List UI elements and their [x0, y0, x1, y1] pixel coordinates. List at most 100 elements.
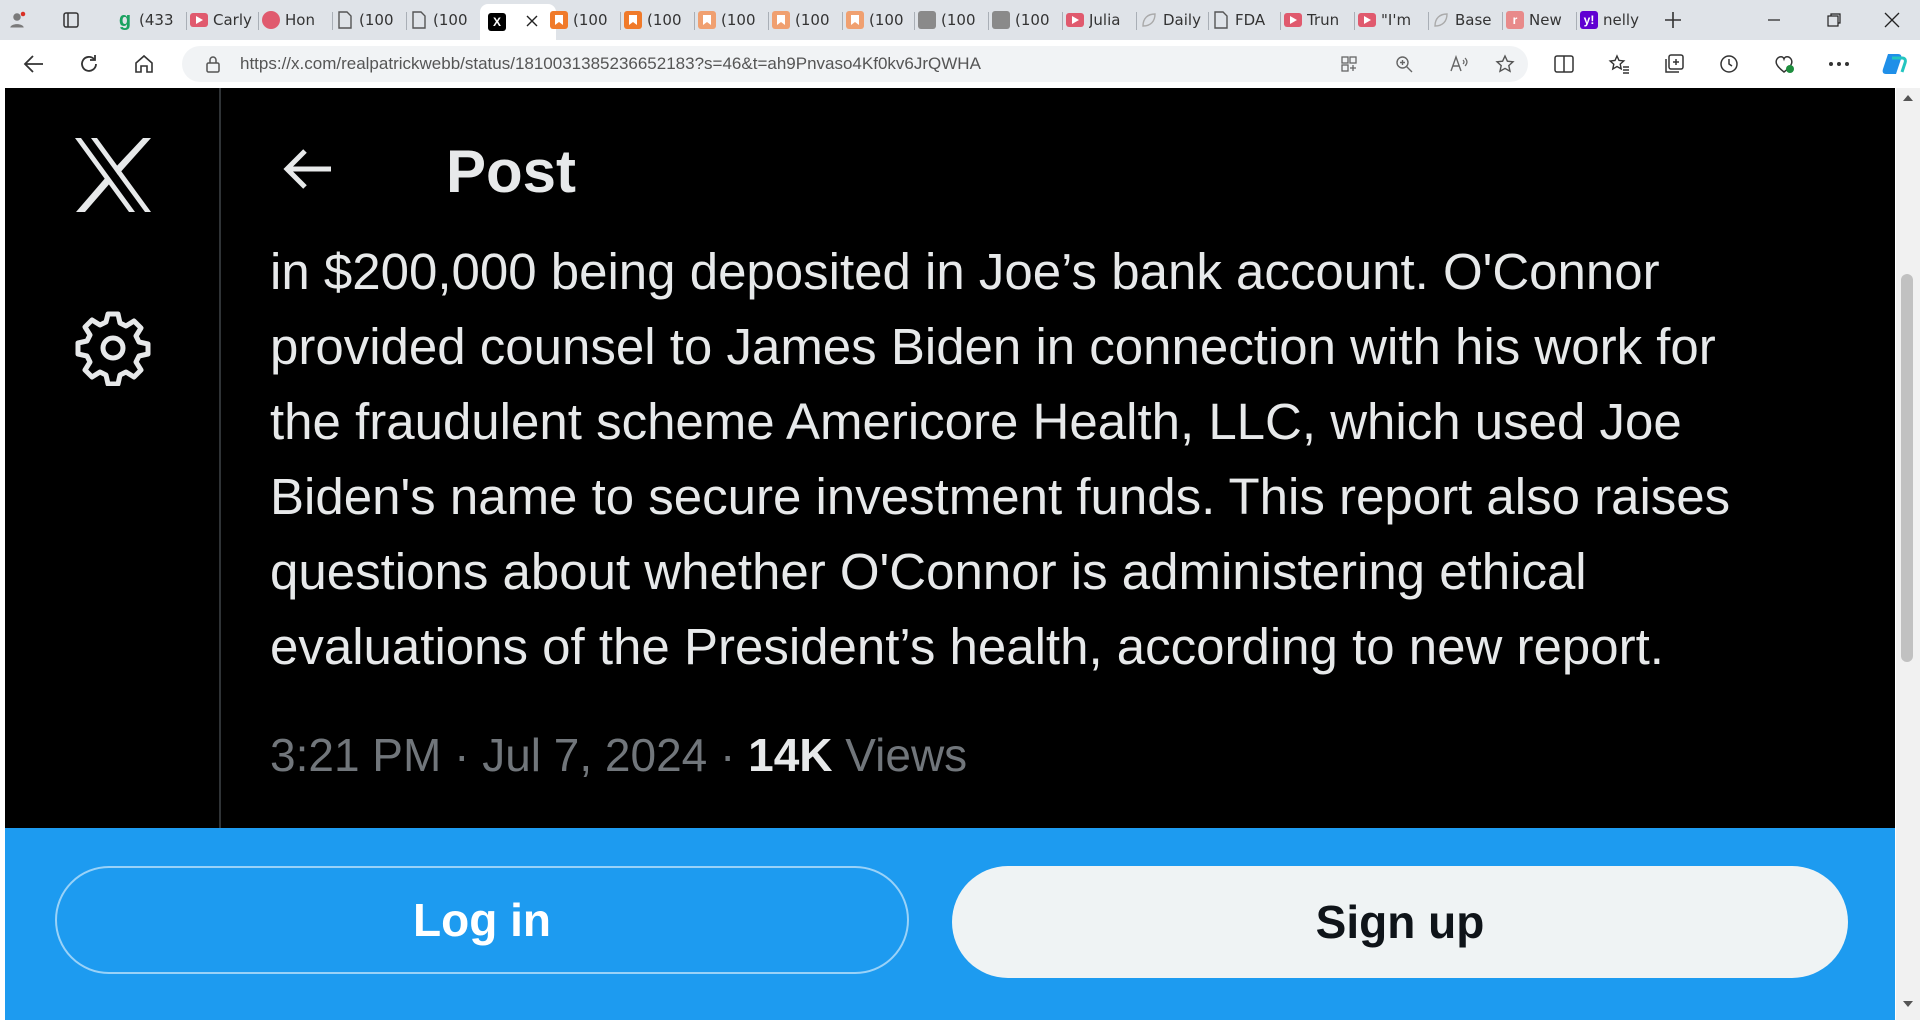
- browser-tab[interactable]: [62, 4, 102, 36]
- browser-tab[interactable]: (100: [698, 4, 762, 36]
- scroll-down-arrow-icon[interactable]: [1902, 1000, 1914, 1008]
- tweet-text: in $200,000 being deposited in Joe’s ban…: [270, 234, 1870, 684]
- browser-tab[interactable]: (100: [336, 4, 400, 36]
- tweet-text-line: Biden's name to secure investment funds.…: [270, 468, 1731, 525]
- youtube-icon: [1066, 13, 1084, 27]
- image-icon: [918, 11, 936, 29]
- back-arrow-icon[interactable]: [283, 148, 333, 190]
- heart-pulse-icon: [1775, 56, 1794, 73]
- browser-tab[interactable]: g (433: [116, 4, 180, 36]
- settings-gear-icon[interactable]: [75, 310, 151, 386]
- login-signup-banner: Log in Sign up: [5, 828, 1895, 1020]
- browser-tab-label: Hon: [285, 11, 315, 29]
- browser-tab[interactable]: Base: [1432, 4, 1496, 36]
- yahoo-icon: y!: [1580, 11, 1598, 29]
- browser-tab[interactable]: Hon: [262, 4, 326, 36]
- minimize-button[interactable]: [1746, 0, 1802, 40]
- tab-separator: [842, 12, 843, 30]
- browser-tab[interactable]: Daily: [1140, 4, 1204, 36]
- podcast-icon: [262, 11, 280, 29]
- refresh-button[interactable]: [71, 46, 107, 82]
- page-scrollbar[interactable]: [1896, 88, 1920, 1020]
- split-screen-button[interactable]: [1546, 46, 1582, 82]
- scroll-up-arrow-icon[interactable]: [1902, 94, 1914, 102]
- scrollbar-thumb[interactable]: [1901, 274, 1913, 662]
- views-label: Views: [832, 729, 968, 781]
- read-aloud-icon[interactable]: [1449, 55, 1469, 73]
- tweet-text-line: in $200,000 being deposited in Joe’s ban…: [270, 243, 1660, 300]
- home-icon: [135, 54, 153, 73]
- browser-tab-label: (100: [869, 11, 904, 29]
- browser-tab[interactable]: Julia: [1066, 4, 1130, 36]
- history-button[interactable]: [1711, 46, 1747, 82]
- app-available-icon[interactable]: [1340, 55, 1358, 73]
- browser-tab[interactable]: (100: [772, 4, 836, 36]
- browser-tab[interactable]: X: [480, 4, 556, 40]
- browser-tab[interactable]: y! nelly: [1580, 4, 1644, 36]
- tweet-text-line: provided counsel to James Biden in conne…: [270, 318, 1716, 375]
- page-title: Post: [446, 138, 577, 205]
- browser-tab-label: (100: [721, 11, 756, 29]
- collections-button[interactable]: [1656, 46, 1692, 82]
- tab-separator: [406, 12, 407, 30]
- views-count: 14K: [748, 729, 833, 781]
- bookmark-icon: [846, 11, 864, 29]
- browser-tab[interactable]: FDA: [1212, 4, 1276, 36]
- tab-separator: [1502, 12, 1503, 30]
- back-button[interactable]: [16, 46, 52, 82]
- restore-button[interactable]: [1806, 0, 1862, 40]
- settings-menu-button[interactable]: [1821, 46, 1857, 82]
- signup-button[interactable]: Sign up: [952, 866, 1848, 978]
- address-bar[interactable]: https://x.com/realpatrickwebb/status/181…: [182, 46, 1528, 82]
- browser-tab[interactable]: [8, 4, 48, 36]
- r-icon: r: [1506, 11, 1524, 29]
- new-tab-button[interactable]: [1645, 0, 1701, 40]
- browser-tab[interactable]: (100: [846, 4, 910, 36]
- browser-tab[interactable]: (100: [624, 4, 688, 36]
- tab-separator: [988, 12, 989, 30]
- zoom-icon[interactable]: [1395, 55, 1413, 73]
- tweet-text-line: the fraudulent scheme Americore Health, …: [270, 393, 1682, 450]
- restore-icon: [1827, 13, 1841, 27]
- browser-tab[interactable]: Trun: [1284, 4, 1348, 36]
- close-window-button[interactable]: [1864, 0, 1920, 40]
- youtube-icon: [190, 13, 208, 27]
- x-logo-icon[interactable]: [71, 136, 155, 214]
- tab-separator: [1208, 12, 1209, 30]
- browser-tab-label: (433: [139, 11, 174, 29]
- tab-separator: [1136, 12, 1137, 30]
- tab-actions-icon: [62, 11, 80, 29]
- browser-tab[interactable]: (100: [918, 4, 982, 36]
- close-tab-icon[interactable]: [526, 13, 538, 31]
- browser-essentials-button[interactable]: [1766, 46, 1802, 82]
- copilot-icon: [1882, 54, 1907, 74]
- browser-tab-label: (100: [573, 11, 608, 29]
- copilot-button[interactable]: [1876, 46, 1912, 82]
- x-icon: X: [488, 13, 506, 31]
- browser-tab[interactable]: (100: [992, 4, 1056, 36]
- more-dots-icon: [1829, 62, 1849, 66]
- browser-tab-label: (100: [1015, 11, 1050, 29]
- page-icon: [1212, 11, 1230, 29]
- browser-tab-label: Carly: [213, 11, 252, 29]
- tab-separator: [258, 12, 259, 30]
- tweet-timestamp[interactable]: 3:21 PM · Jul 7, 2024 ·: [270, 729, 748, 781]
- browser-tab[interactable]: Carly: [190, 4, 254, 36]
- login-button[interactable]: Log in: [55, 866, 909, 974]
- tab-separator: [1428, 12, 1429, 30]
- tweet-text-line: questions about whether O'Connor is admi…: [270, 543, 1587, 600]
- g-icon: g: [118, 8, 132, 31]
- favorite-star-icon[interactable]: [1495, 54, 1515, 74]
- tweet-metadata: 3:21 PM · Jul 7, 2024 · 14K Views: [270, 725, 967, 785]
- home-button[interactable]: [126, 46, 162, 82]
- tab-separator: [914, 12, 915, 30]
- split-screen-icon: [1554, 55, 1574, 73]
- favorites-button[interactable]: [1601, 46, 1637, 82]
- tab-separator: [620, 12, 621, 30]
- browser-tab[interactable]: (100: [410, 4, 474, 36]
- browser-tab[interactable]: r New: [1506, 4, 1570, 36]
- url-text[interactable]: https://x.com/realpatrickwebb/status/181…: [240, 46, 981, 82]
- browser-tab[interactable]: "I'm: [1358, 4, 1422, 36]
- minimize-icon: [1768, 19, 1780, 21]
- browser-tab[interactable]: (100: [550, 4, 614, 36]
